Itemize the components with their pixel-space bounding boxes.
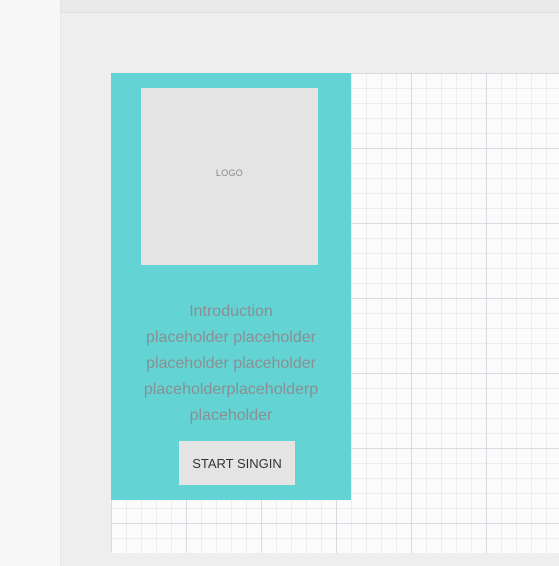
intro-line: placeholder bbox=[189, 407, 273, 424]
logo-placeholder: LOGO bbox=[141, 88, 318, 265]
left-panel bbox=[0, 0, 61, 566]
intro-line: placeholder placeholder bbox=[146, 355, 316, 372]
intro-line: placeholder placeholder bbox=[146, 329, 316, 346]
start-button-label: START SINGIN bbox=[192, 455, 282, 471]
intro-line: placeholderplaceholderp bbox=[143, 381, 319, 398]
mobile-screen-artboard[interactable]: LOGO Introduction placeholder placeholde… bbox=[111, 73, 351, 500]
top-toolbar bbox=[61, 0, 559, 13]
introduction-text: Introduction placeholder placeholder pla… bbox=[111, 299, 351, 429]
intro-line: Introduction bbox=[189, 303, 273, 320]
logo-label: LOGO bbox=[215, 168, 244, 178]
start-signin-button[interactable]: START SINGIN bbox=[179, 441, 295, 485]
